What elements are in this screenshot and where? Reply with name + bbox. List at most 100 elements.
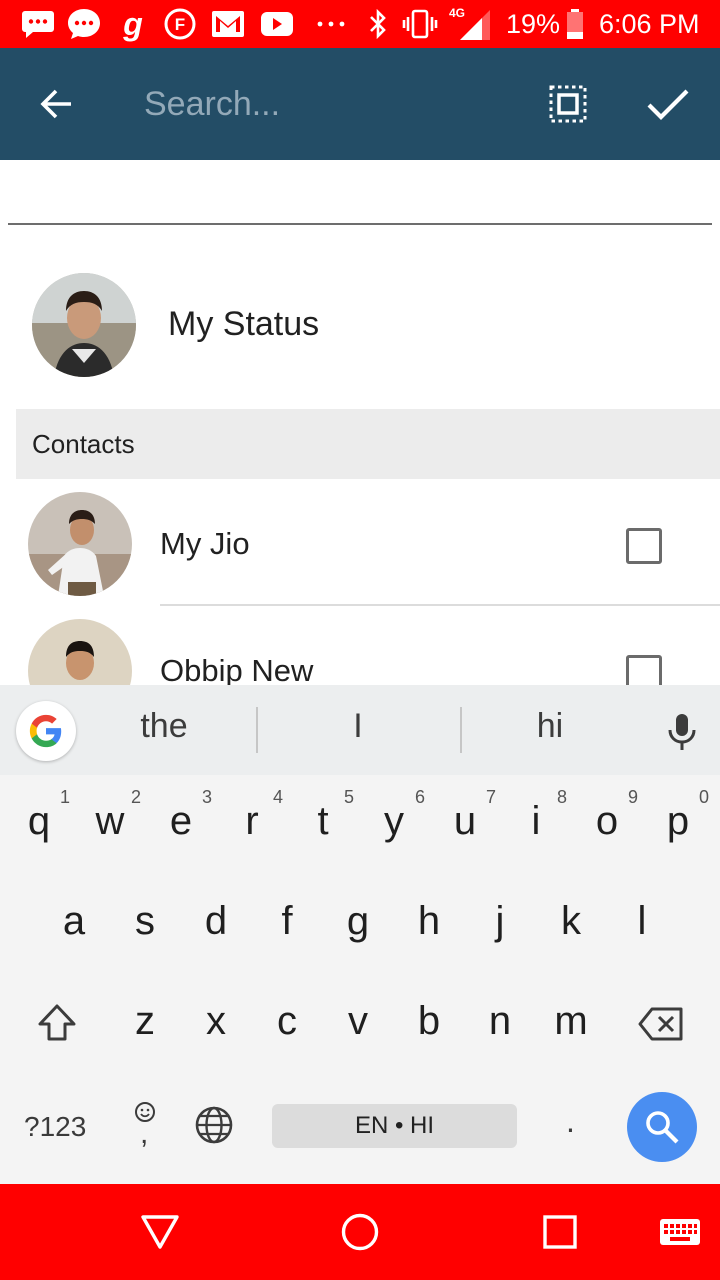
key-number: 3 — [201, 787, 212, 807]
message-icon — [18, 0, 58, 48]
recents-nav-button[interactable] — [530, 1204, 590, 1260]
comma-label: , — [140, 1117, 149, 1150]
search-toolbar — [0, 48, 720, 160]
youtube-icon — [258, 0, 296, 48]
key-label: g — [346, 899, 370, 943]
key-p[interactable]: p0 — [645, 781, 711, 871]
triangle-back-icon — [141, 1215, 179, 1249]
key-label: z — [135, 999, 155, 1043]
key-i[interactable]: i8 — [503, 781, 569, 871]
key-label: a — [62, 899, 86, 943]
avatar — [32, 273, 136, 377]
key-s[interactable]: s — [112, 881, 178, 971]
key-label: m — [554, 999, 588, 1043]
keyboard-icon — [660, 1219, 700, 1245]
key-v[interactable]: v — [325, 981, 391, 1071]
key-l[interactable]: l — [609, 881, 675, 971]
select-all-button[interactable] — [538, 78, 598, 130]
navigation-bar — [0, 1184, 720, 1280]
square-recents-icon — [543, 1215, 577, 1249]
key-label: v — [348, 999, 368, 1043]
key-t[interactable]: t5 — [290, 781, 356, 871]
arrow-left-icon — [40, 89, 71, 119]
backspace-key[interactable] — [628, 981, 698, 1071]
key-label: s — [135, 899, 155, 943]
key-n[interactable]: n — [467, 981, 533, 1071]
suggestion-strip: the I hi — [0, 685, 720, 775]
key-y[interactable]: y6 — [361, 781, 427, 871]
suggestion[interactable]: the — [114, 707, 214, 746]
key-label: n — [488, 999, 512, 1043]
key-g[interactable]: g — [325, 881, 391, 971]
my-status-label: My Status — [168, 305, 320, 343]
status-bar: g F 4G 19% 6:06 PM — [0, 0, 720, 48]
keyboard-switch-button[interactable] — [650, 1204, 710, 1260]
key-label: h — [417, 899, 441, 943]
microphone-icon[interactable] — [660, 707, 704, 757]
key-d[interactable]: d — [183, 881, 249, 971]
back-nav-button[interactable] — [130, 1204, 190, 1260]
select-all-icon — [549, 85, 587, 123]
key-number: 2 — [130, 787, 141, 807]
key-number: 4 — [272, 787, 283, 807]
contacts-section-header: Contacts — [16, 409, 720, 479]
key-c[interactable]: c — [254, 981, 320, 1071]
battery-icon — [564, 0, 586, 48]
key-h[interactable]: h — [396, 881, 462, 971]
emoji-comma-key[interactable]: , — [124, 1099, 168, 1159]
contact-row[interactable]: My Jio — [0, 480, 720, 606]
shift-key[interactable] — [22, 981, 92, 1071]
divider — [8, 223, 712, 225]
symbols-key[interactable]: ?123 — [24, 1111, 86, 1143]
key-number: 5 — [343, 787, 354, 807]
key-label: l — [637, 899, 647, 943]
key-label: f — [281, 899, 293, 943]
gmail-icon — [210, 0, 246, 48]
key-number: 0 — [698, 787, 709, 807]
battery-percentage: 19% — [506, 9, 561, 39]
key-e[interactable]: e3 — [148, 781, 214, 871]
home-nav-button[interactable] — [330, 1204, 390, 1260]
key-k[interactable]: k — [538, 881, 604, 971]
key-a[interactable]: a — [41, 881, 107, 971]
contact-name: My Jio — [160, 526, 250, 561]
key-b[interactable]: b — [396, 981, 462, 1071]
key-m[interactable]: m — [538, 981, 604, 1071]
key-q[interactable]: q1 — [6, 781, 72, 871]
bluetooth-icon — [364, 0, 392, 48]
key-f[interactable]: f — [254, 881, 320, 971]
circle-home-icon — [341, 1213, 379, 1251]
g-app-icon: g — [123, 5, 143, 42]
f-app-icon: F — [162, 0, 198, 48]
key-number: 9 — [627, 787, 638, 807]
key-r[interactable]: r4 — [219, 781, 285, 871]
space-bar[interactable]: EN • HI — [272, 1104, 517, 1148]
key-label: k — [561, 899, 581, 943]
google-icon[interactable] — [16, 701, 76, 761]
suggestion[interactable]: I — [308, 707, 408, 746]
svg-text:F: F — [175, 15, 185, 34]
key-number: 7 — [485, 787, 496, 807]
clock: 6:06 PM — [599, 9, 700, 39]
search-action-key[interactable] — [627, 1092, 697, 1162]
key-x[interactable]: x — [183, 981, 249, 1071]
suggestion[interactable]: hi — [500, 707, 600, 746]
key-w[interactable]: w2 — [77, 781, 143, 871]
back-button[interactable] — [26, 76, 86, 132]
key-z[interactable]: z — [112, 981, 178, 1071]
confirm-button[interactable] — [638, 76, 698, 132]
my-status-row[interactable]: My Status — [0, 265, 720, 385]
key-o[interactable]: o9 — [574, 781, 640, 871]
key-label: x — [206, 999, 226, 1043]
key-number: 8 — [556, 787, 567, 807]
check-icon — [647, 89, 689, 120]
period-key[interactable]: . — [566, 1103, 575, 1140]
key-u[interactable]: u7 — [432, 781, 498, 871]
key-j[interactable]: j — [467, 881, 533, 971]
key-number: 1 — [59, 787, 70, 807]
language-key[interactable] — [194, 1105, 238, 1149]
select-checkbox[interactable] — [626, 528, 662, 564]
search-input[interactable] — [144, 76, 514, 132]
key-label: d — [204, 899, 228, 943]
divider — [160, 604, 720, 606]
